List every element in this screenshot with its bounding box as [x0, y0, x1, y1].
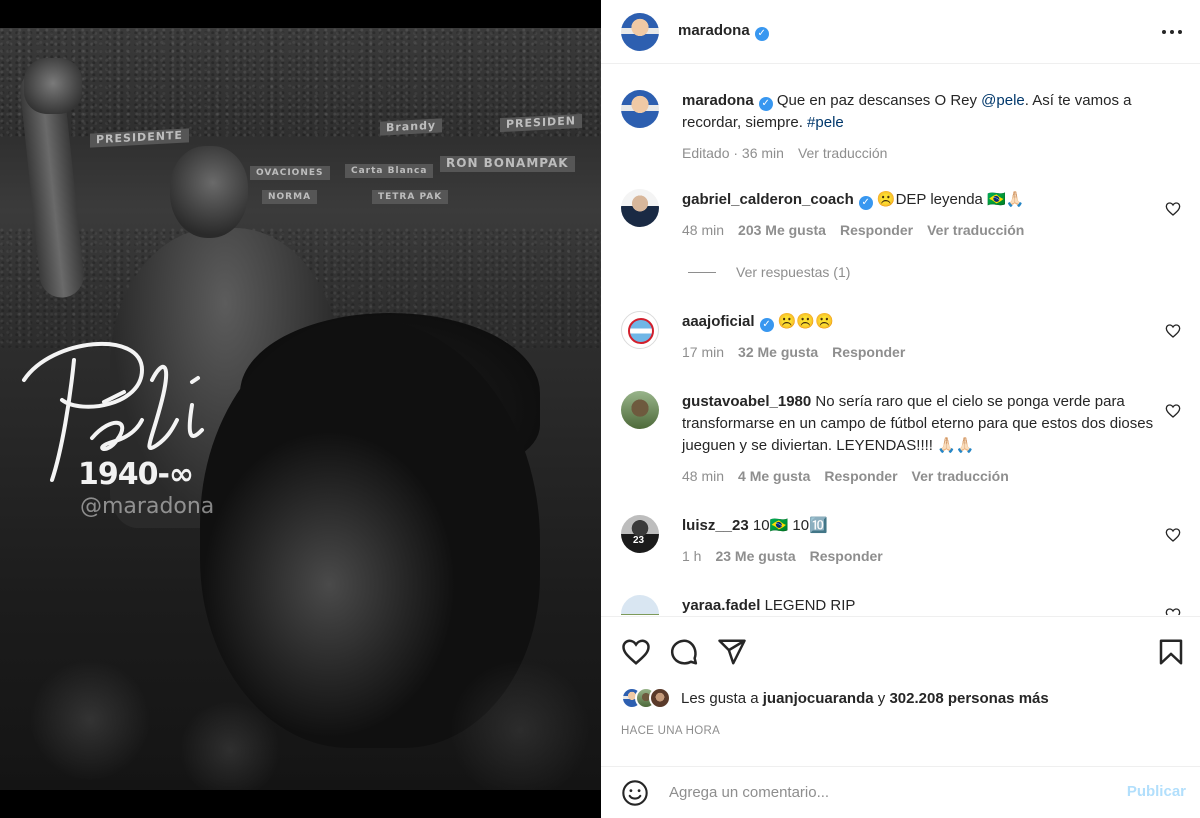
- jersey-number-icon: 23: [633, 535, 645, 546]
- comment-translate-link[interactable]: Ver traducción: [912, 465, 1009, 487]
- instagram-post-view: PRESIDENTE Brandy PRESIDEN OVACIONES Car…: [0, 0, 1200, 818]
- verified-badge-icon: ✓: [754, 27, 769, 41]
- comment-time: 1 h: [682, 548, 702, 564]
- club-crest-icon: [628, 318, 654, 344]
- comment-icon[interactable]: [669, 637, 699, 667]
- stadium-banner: NORMA: [262, 190, 318, 204]
- likes-count-link[interactable]: 302.208 personas más: [889, 690, 1048, 707]
- caption-hashtag-link[interactable]: #pele: [807, 114, 844, 131]
- comment-username[interactable]: gabriel_calderon_coach: [682, 191, 854, 208]
- likes-summary: Les gusta a juanjocuaranda y 302.208 per…: [621, 687, 1049, 709]
- comment-avatar[interactable]: [621, 189, 659, 227]
- raised-fist: [24, 58, 82, 114]
- view-replies-label[interactable]: Ver respuestas (1): [736, 264, 850, 280]
- comment-translate-link[interactable]: Ver traducción: [927, 219, 1024, 241]
- watermark-handle: @maradona: [80, 494, 215, 519]
- comment-username[interactable]: aaajoficial: [682, 313, 755, 330]
- verified-badge-icon: ✓: [758, 97, 773, 111]
- stadium-banner: RON BONAMPAK: [440, 156, 575, 172]
- years-text: 1940-∞: [78, 457, 194, 492]
- emoji-icon[interactable]: [621, 779, 649, 807]
- view-replies-button[interactable]: Ver respuestas (1): [688, 264, 850, 280]
- caption-mention-link[interactable]: @pele: [981, 92, 1025, 109]
- comment-reply-button[interactable]: Responder: [810, 545, 883, 567]
- bookmark-icon[interactable]: [1156, 637, 1186, 667]
- author-username[interactable]: maradona ✓: [678, 22, 769, 41]
- more-horizontal-icon-dot: [1162, 30, 1166, 34]
- post-timestamp[interactable]: HACE UNA HORA: [621, 725, 720, 737]
- add-comment-bar: Publicar: [601, 766, 1200, 818]
- comment-like-heart-icon[interactable]: [1165, 201, 1181, 217]
- heart-icon[interactable]: [621, 637, 651, 667]
- comment-time: 17 min: [682, 344, 725, 360]
- liker-username-link[interactable]: juanjocuaranda: [763, 690, 874, 707]
- post-header: maradona ✓: [601, 0, 1200, 64]
- comment-likes-count[interactable]: 4 Me gusta: [738, 465, 810, 487]
- comment-text: ☹️DEP leyenda 🇧🇷🙏🏻: [876, 191, 1025, 208]
- stadium-banner: Carta Blanca: [345, 164, 434, 178]
- post-photo: PRESIDENTE Brandy PRESIDEN OVACIONES Car…: [0, 28, 601, 790]
- comment-avatar[interactable]: [621, 595, 659, 615]
- comment-input[interactable]: [669, 784, 1089, 801]
- comment-text: ☹️☹️☹️: [777, 313, 834, 330]
- comment-reply-button[interactable]: Responder: [824, 465, 897, 487]
- young-player-head: [170, 146, 248, 238]
- caption-translate-link[interactable]: Ver traducción: [798, 142, 888, 164]
- more-horizontal-icon-dot: [1170, 30, 1174, 34]
- comment-likes-count[interactable]: 32 Me gusta: [738, 341, 818, 363]
- comment-reply-button[interactable]: Responder: [832, 341, 905, 363]
- comment-like-heart-icon[interactable]: [1165, 323, 1181, 339]
- comment-likes-count[interactable]: 23 Me gusta: [715, 545, 795, 567]
- stadium-banner: TETRA PAK: [372, 190, 449, 204]
- verified-badge-icon: ✓: [858, 196, 873, 210]
- author-username-text[interactable]: maradona: [678, 22, 750, 39]
- post-media[interactable]: PRESIDENTE Brandy PRESIDEN OVACIONES Car…: [0, 0, 601, 818]
- caption-text: Que en paz descanses O Rey: [776, 92, 982, 109]
- caption-avatar[interactable]: [621, 90, 659, 128]
- replies-divider-line: [688, 271, 716, 273]
- liker-avatar: [649, 687, 671, 709]
- post-side-panel: maradona ✓ maradona ✓ Que en paz descanses…: [601, 0, 1200, 818]
- comment-likes-count[interactable]: 203 Me gusta: [738, 219, 826, 241]
- comments-list[interactable]: maradona ✓ Que en paz descanses O Rey @pe…: [601, 65, 1200, 615]
- comment-like-heart-icon[interactable]: [1165, 607, 1181, 615]
- more-options-button[interactable]: [1160, 20, 1184, 44]
- comment-username[interactable]: yaraa.fadel: [682, 597, 760, 614]
- send-icon[interactable]: [717, 637, 747, 667]
- publish-button[interactable]: Publicar: [1127, 783, 1186, 800]
- comment-username[interactable]: gustavoabel_1980: [682, 393, 811, 410]
- comment-like-heart-icon[interactable]: [1165, 403, 1181, 419]
- caption-username[interactable]: maradona: [682, 92, 754, 109]
- post-actions: Les gusta a juanjocuaranda y 302.208 per…: [601, 616, 1200, 754]
- comment-like-heart-icon[interactable]: [1165, 527, 1181, 543]
- stadium-banner: OVACIONES: [250, 166, 330, 180]
- comment-text: LEGEND RIP: [764, 597, 856, 614]
- likes-prefix: Les gusta a: [681, 689, 763, 707]
- comment-text: 10🇧🇷 10🔟: [752, 517, 828, 534]
- comment-reply-button[interactable]: Responder: [840, 219, 913, 241]
- caption-edited-time: Editado · 36 min: [682, 145, 784, 161]
- author-avatar[interactable]: [621, 12, 659, 51]
- comment-avatar[interactable]: 23: [621, 515, 659, 553]
- more-horizontal-icon-dot: [1178, 30, 1182, 34]
- comment-avatar[interactable]: [621, 311, 659, 349]
- comment-time: 48 min: [682, 468, 725, 484]
- comment-username[interactable]: luisz__23: [682, 517, 749, 534]
- comment-avatar[interactable]: [621, 391, 659, 429]
- likes-middle: y: [873, 689, 890, 707]
- bokeh-lights: [0, 650, 601, 790]
- comment-time: 48 min: [682, 222, 725, 238]
- verified-badge-icon: ✓: [759, 318, 774, 332]
